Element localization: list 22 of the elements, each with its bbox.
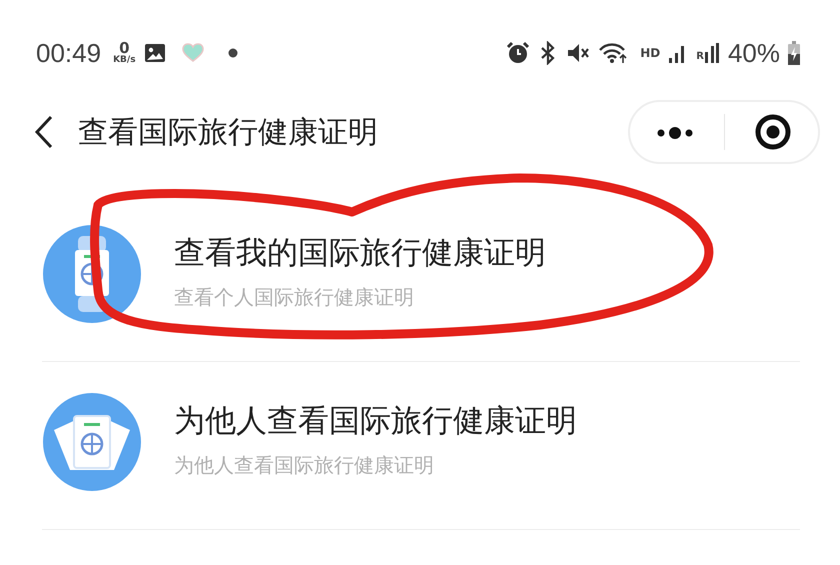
target-icon (754, 113, 792, 151)
heart-icon (182, 43, 204, 63)
wifi-icon (598, 41, 628, 65)
signal-icon (704, 42, 720, 64)
status-time: 00:49 (36, 36, 102, 70)
item-title[interactable]: 查看我的国际旅行健康证明 (174, 234, 546, 272)
item-title[interactable]: 为他人查看国际旅行健康证明 (174, 402, 577, 440)
alarm-icon (506, 41, 530, 65)
passport-icon (42, 224, 142, 324)
back-icon (34, 115, 54, 149)
network-type: HD (640, 45, 660, 62)
image-icon (144, 43, 166, 63)
battery-icon (788, 41, 800, 65)
dot-icon (228, 48, 238, 58)
passport-icon (42, 392, 142, 492)
item-subtitle: 查看个人国际旅行健康证明 (174, 284, 415, 312)
battery-level: 40% (728, 36, 780, 70)
item-subtitle: 为他人查看国际旅行健康证明 (174, 452, 435, 480)
page-title: 查看国际旅行健康证明 (78, 114, 378, 152)
more-icon (655, 126, 695, 140)
network-speed: 0 KB/s (113, 41, 136, 65)
roaming-indicator: R (696, 50, 704, 64)
